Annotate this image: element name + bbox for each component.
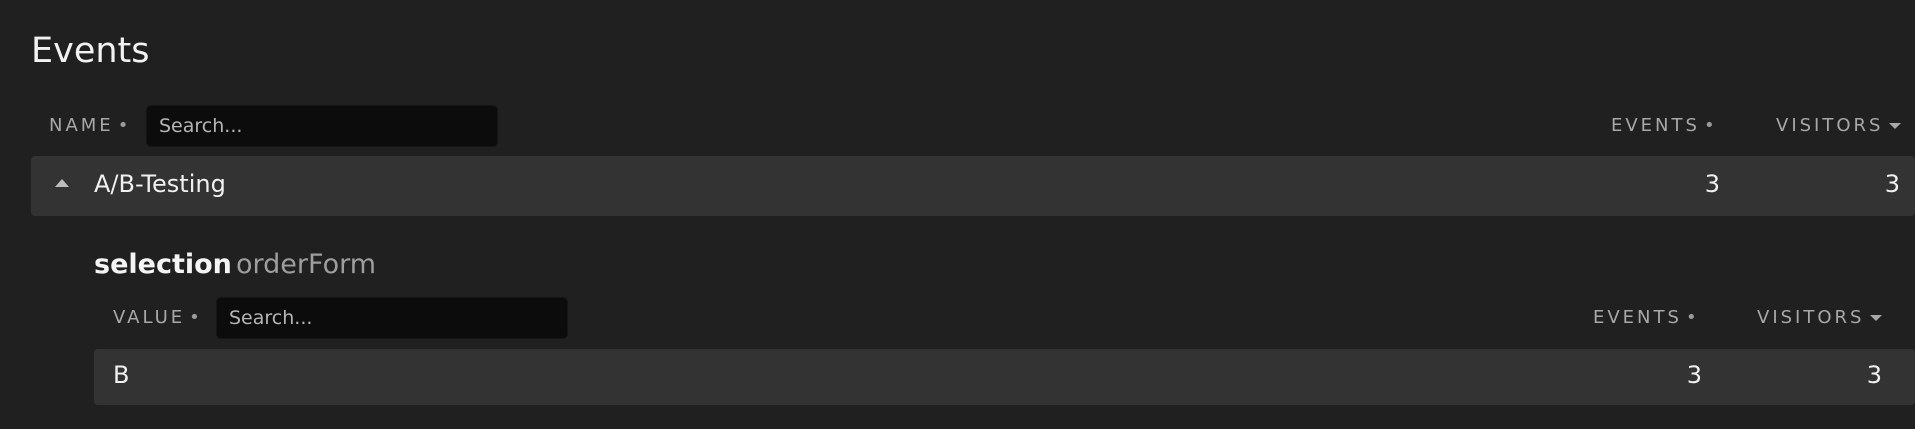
- collapse-caret-icon[interactable]: [55, 179, 69, 187]
- name-search-input[interactable]: [146, 105, 498, 147]
- sort-dot-icon: •: [1685, 307, 1697, 328]
- sort-dot-icon: •: [189, 307, 200, 328]
- value-search-input[interactable]: [216, 297, 568, 339]
- column-header-value[interactable]: VALUE •: [113, 307, 200, 328]
- sort-dot-icon: •: [1703, 115, 1715, 136]
- column-header-events[interactable]: EVENTS •: [1611, 115, 1715, 136]
- table-row[interactable]: [31, 156, 1915, 216]
- sort-desc-icon: [1889, 123, 1902, 129]
- column-header-name[interactable]: NAME •: [49, 115, 128, 136]
- detail-column-header-events[interactable]: EVENTS •: [1593, 307, 1697, 328]
- page-title: Events: [31, 31, 150, 71]
- row-events-count: 3: [1704, 170, 1720, 198]
- column-header-events-label: EVENTS: [1611, 115, 1700, 136]
- detail-column-header-visitors-label: VISITORS: [1757, 307, 1865, 328]
- property-value: orderForm: [236, 249, 377, 280]
- detail-column-header-events-label: EVENTS: [1593, 307, 1682, 328]
- detail-column-header-visitors[interactable]: VISITORS: [1757, 307, 1883, 328]
- column-header-visitors-label: VISITORS: [1776, 115, 1884, 136]
- row-name: A/B-Testing: [94, 170, 226, 198]
- detail-row-events-count: 3: [1686, 361, 1702, 389]
- column-header-name-label: NAME: [49, 115, 114, 136]
- sort-dot-icon: •: [117, 115, 129, 136]
- column-header-value-label: VALUE: [113, 307, 186, 328]
- property-key: selection: [94, 249, 232, 280]
- detail-row-visitors-count: 3: [1866, 361, 1882, 389]
- row-visitors-count: 3: [1884, 170, 1900, 198]
- column-header-visitors[interactable]: VISITORS: [1776, 115, 1902, 136]
- events-page: Events NAME• EVENTS• VISITORS A/B-Testin…: [0, 0, 1915, 429]
- sort-desc-icon: [1870, 315, 1883, 321]
- detail-row-value: B: [113, 361, 130, 389]
